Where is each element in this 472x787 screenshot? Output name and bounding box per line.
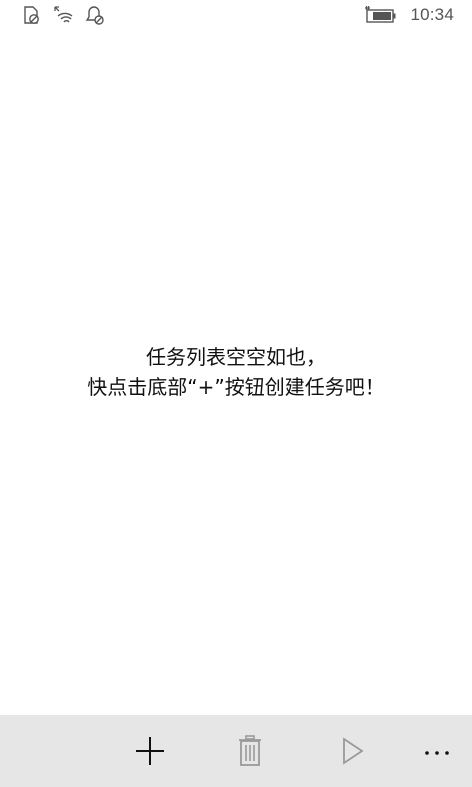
status-icons-left [20, 4, 106, 26]
delete-button[interactable] [230, 731, 270, 771]
more-button[interactable] [417, 731, 457, 771]
no-sim-icon [20, 4, 42, 26]
plus-icon [136, 737, 164, 765]
play-icon [343, 737, 364, 765]
start-button[interactable] [332, 731, 372, 771]
charging-battery-icon [364, 4, 398, 26]
app-bar [0, 715, 472, 787]
trash-icon [239, 735, 261, 766]
empty-message-line-2: 快点击底部“+”按钮创建任务吧！ [87, 375, 385, 399]
wifi-icon [52, 4, 74, 26]
clock-time: 10:34 [410, 5, 454, 24]
status-bar: 10:34 [0, 0, 472, 32]
empty-task-list-message: 任务列表空空如也， 快点击底部“+”按钮创建任务吧！ [0, 342, 472, 402]
add-task-button[interactable] [130, 731, 170, 771]
more-icon [425, 751, 449, 755]
empty-message-line-1: 任务列表空空如也， [146, 345, 326, 369]
status-icons-right: 10:34 [364, 4, 454, 26]
quiet-hours-icon [84, 4, 106, 26]
